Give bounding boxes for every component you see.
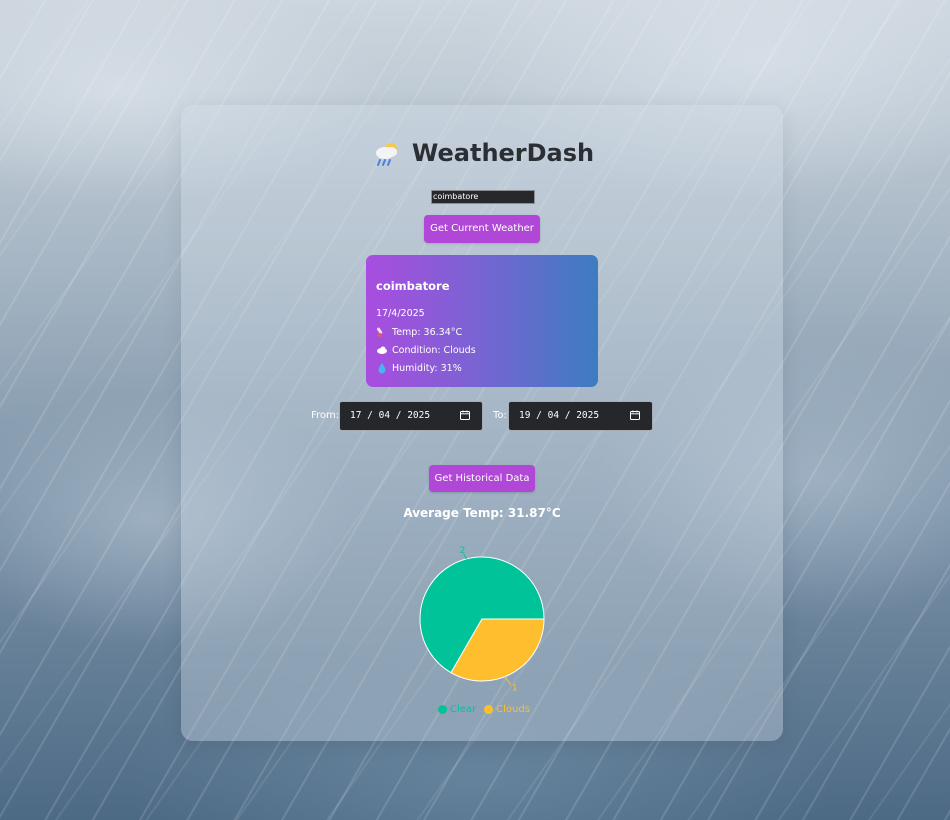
current-weather-card: coimbatore 17/4/2025 Temp: 36.34°C Condi… [366, 255, 598, 387]
chart-legend: Clear Clouds [438, 704, 530, 715]
legend-swatch [484, 705, 494, 714]
pie-label-clouds: 1 [512, 684, 518, 694]
header: WeatherDash [0, 138, 950, 178]
weather-condition: Condition: Clouds [376, 344, 476, 356]
calendar-icon[interactable] [460, 410, 470, 420]
to-date-input[interactable]: 19 / 04 / 2025 [508, 401, 653, 431]
legend-label: Clouds [496, 704, 530, 715]
from-date-input[interactable]: 17 / 04 / 2025 [339, 401, 483, 431]
cloud-rain-sun-icon [372, 138, 402, 168]
weather-city: coimbatore [376, 279, 450, 293]
from-date-value: 17 / 04 / 2025 [350, 410, 431, 421]
pie-label-line-clouds [504, 676, 512, 685]
droplet-icon [376, 362, 388, 374]
get-historical-data-button[interactable]: Get Historical Data [429, 465, 535, 492]
legend-swatch [438, 705, 447, 714]
from-label: From: [311, 410, 340, 421]
page-title: WeatherDash [411, 139, 595, 167]
weather-condition-pie-chart: 21 [419, 546, 545, 694]
get-current-weather-button[interactable]: Get Current Weather [424, 215, 540, 243]
to-date-value: 19 / 04 / 2025 [519, 410, 600, 421]
legend-item-clear[interactable]: Clear [438, 704, 476, 715]
legend-label: Clear [450, 704, 477, 715]
to-label: To: [493, 410, 507, 421]
weather-date: 17/4/2025 [376, 308, 425, 319]
average-temp: Average Temp: 31.87°C [403, 506, 561, 520]
legend-item-clouds[interactable]: Clouds [484, 704, 530, 715]
pie-label-clear: 2 [460, 546, 466, 556]
weather-humidity: Humidity: 31% [376, 362, 462, 374]
city-search-input[interactable]: coimbatore [431, 190, 535, 204]
calendar-icon[interactable] [630, 410, 640, 420]
cloud-icon [376, 344, 388, 356]
weather-temp: Temp: 36.34°C [376, 326, 462, 338]
thermometer-icon [376, 326, 388, 338]
